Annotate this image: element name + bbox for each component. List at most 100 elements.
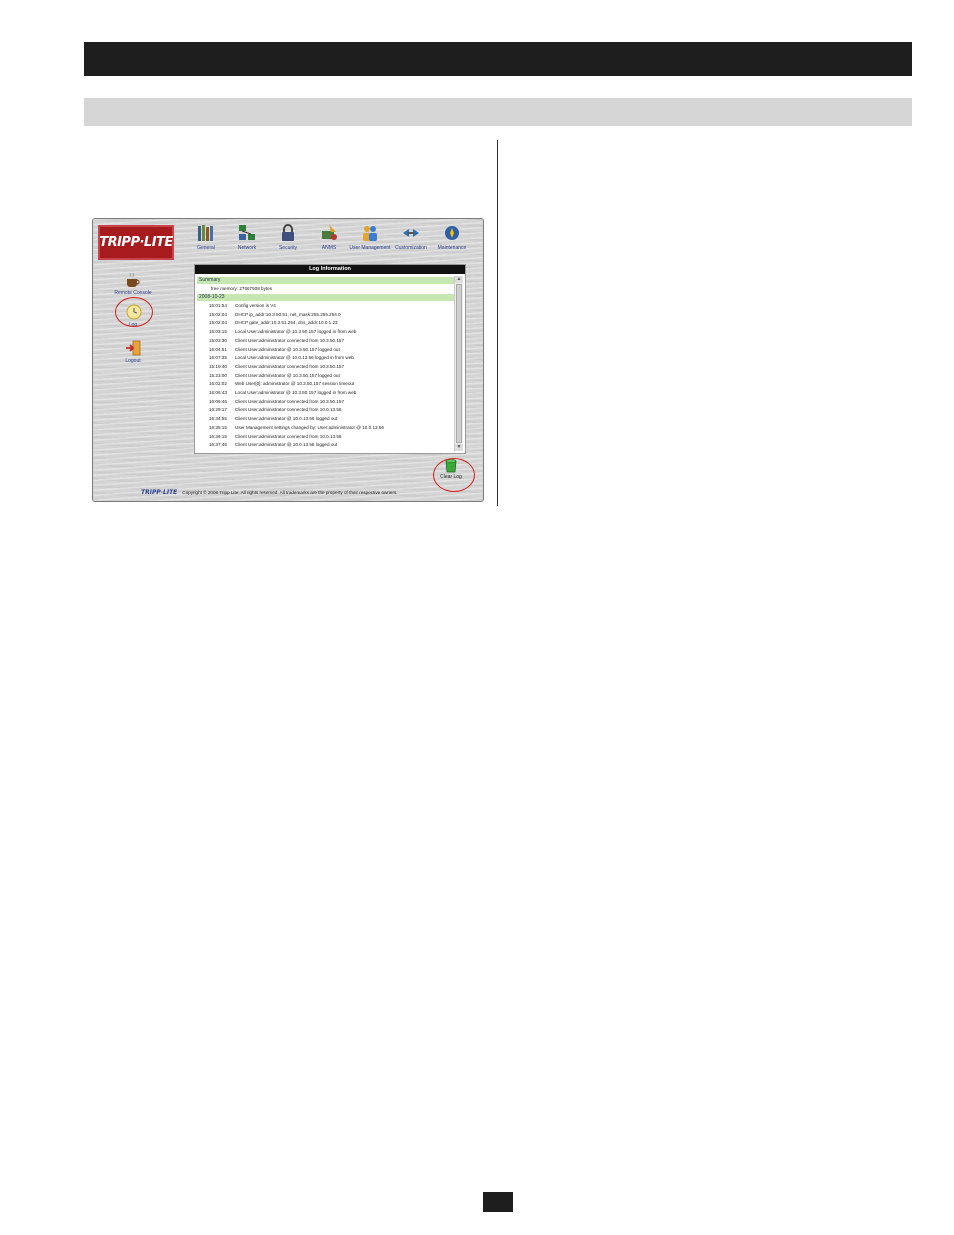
log-entry-message: Client User:administrator connected from…: [235, 363, 345, 369]
log-entry: 16:36:15 Client User:administrator connec…: [197, 433, 455, 442]
column-divider: [497, 140, 498, 506]
log-entry: 16:35:15 User Management settings changed…: [197, 424, 455, 433]
log-entry-time: 16:34:55: [209, 416, 227, 422]
log-entry: 16:37:46 Client User:administrator @ 10.0…: [197, 441, 455, 450]
log-entry-time: 16:02:02: [209, 381, 227, 387]
highlight-circle: [433, 458, 475, 492]
log-entry-time: 15:19:40: [209, 363, 227, 369]
log-entry-message: Client User:administrator @ 10.0.13.56 l…: [235, 416, 338, 422]
log-entry-message: Web User[0]: administrator @ 10.3.50.157…: [235, 381, 355, 387]
log-entry-time: 16:37:46: [209, 442, 227, 448]
log-entry-message: Client User:administrator @ 10.3.50.157 …: [235, 372, 340, 378]
log-entry-time: 15:02:04: [209, 311, 227, 317]
nav-item-label: User Management: [349, 245, 391, 251]
log-entry-time: 15:02:04: [209, 320, 227, 326]
nav-item-label: Network: [237, 245, 257, 251]
log-entry-message: Client User:administrator connected from…: [235, 407, 342, 413]
summary-section-label: Summary: [197, 277, 455, 284]
copyright-text: Copyright © 2008 Tripp Lite. All rights …: [182, 489, 398, 495]
log-entry-message: Client User:administrator @ 10.3.50.157 …: [235, 346, 340, 352]
maintenance-icon: [445, 226, 459, 240]
log-entry-message: Config version is V4: [235, 303, 276, 308]
log-entry: 15:19:40 Client User:administrator connec…: [197, 363, 455, 372]
log-entry-time: 15:03:15: [209, 329, 227, 335]
log-entry-message: Client User:administrator connected from…: [235, 337, 345, 343]
highlight-circle: [115, 297, 153, 327]
log-list: Summary free memory: 27667508 bytes 2008…: [197, 276, 455, 451]
log-entry: 16:29:17 Client User:administrator connec…: [197, 406, 455, 415]
log-scrollbar[interactable]: ▲ ▼: [454, 276, 463, 451]
tripp-lite-logo: TRIPP·LITE: [98, 225, 174, 260]
log-entry-time: 16:36:15: [209, 433, 227, 439]
nav-item-network[interactable]: Network: [226, 223, 268, 252]
customization-icon: [403, 229, 419, 237]
log-entry-time: 15:07:35: [209, 355, 227, 361]
header-bar: [84, 42, 912, 76]
log-entry-message: Local User:administrator @ 10.3.50.157 l…: [235, 390, 357, 396]
sidebar-item-logout[interactable]: Logout: [108, 339, 158, 364]
log-entry-time: 16:35:15: [209, 424, 227, 430]
sidebar-item-label: Remote Console: [114, 290, 152, 296]
books-icon: [198, 225, 213, 241]
log-entry-message: Client User:administrator connected from…: [235, 398, 345, 404]
log-entry-time: 16:06:46: [209, 398, 227, 404]
log-entry-message: Local User:administrator @ 10.0.13.56 lo…: [235, 355, 354, 361]
nav-item-anms[interactable]: ANMS: [308, 223, 350, 252]
log-entry: 15:03:30 Client User:administrator connec…: [197, 337, 455, 346]
log-entry-time: 15:03:30: [209, 337, 227, 343]
log-entry-time: 15:01:54: [209, 303, 227, 308]
anms-icon: [322, 225, 337, 240]
scroll-down-icon[interactable]: ▼: [455, 444, 463, 451]
nav-item-label: ANMS: [321, 245, 337, 251]
log-entry-message: Client User:administrator @ 10.0.13.56 l…: [235, 442, 338, 448]
nav-item-label: Maintenance: [437, 245, 467, 251]
log-entry-message: Local User:administrator @ 10.3.50.157 l…: [235, 329, 357, 335]
nav-item-label: General: [197, 245, 215, 251]
log-title: Log Information: [195, 265, 465, 274]
nav-item-general[interactable]: General: [185, 223, 227, 252]
log-entry-message: Client User:administrator connected from…: [235, 433, 342, 439]
log-entry: 16:06:43 Local User:administrator @ 10.3.…: [197, 389, 455, 398]
nav-item-customization[interactable]: Customization: [390, 223, 432, 252]
log-entries: 15:01:54 Config version is V4 15:02:04 DHCP…: [197, 302, 455, 450]
users-icon: [363, 226, 377, 241]
log-entry: 15:01:54 Config version is V4: [197, 302, 455, 311]
network-icon: [239, 225, 255, 240]
log-entry: 15:02:04 DHCP gate_addr:10.3.51.254, dns_…: [197, 319, 455, 328]
subheader-bar: [84, 98, 912, 126]
lock-icon: [282, 224, 294, 241]
log-entry-time: 15:23:00: [209, 372, 227, 378]
scroll-up-icon[interactable]: ▲: [455, 276, 463, 283]
log-entry: 15:04:51 Client User:administrator @ 10.3…: [197, 346, 455, 355]
log-entry-time: 15:04:51: [209, 346, 227, 352]
log-entry: 15:23:00 Client User:administrator @ 10.3…: [197, 372, 455, 381]
nav-item-user-management[interactable]: User Management: [349, 223, 391, 252]
log-entry-message: DHCP gate_addr:10.3.51.254, dns_addr:10.…: [235, 320, 338, 326]
nav-item-label: Security: [278, 245, 298, 251]
date-section-label: 2008-10-23: [197, 294, 455, 301]
log-entry: 15:03:15 Local User:administrator @ 10.3.…: [197, 328, 455, 337]
page-number-box: [483, 1192, 513, 1212]
log-entry: 16:06:46 Client User:administrator connec…: [197, 398, 455, 407]
top-nav: General Network Security ANMS User Manag…: [185, 223, 481, 263]
coffee-icon: [127, 272, 140, 287]
footer-logo: TRIPP·LITE: [141, 488, 178, 496]
log-entry: 16:34:55 Client User:administrator @ 10.0…: [197, 415, 455, 424]
free-memory-text: free memory: 27667508 bytes: [211, 286, 273, 291]
sidebar-item-remote-console[interactable]: Remote Console: [108, 271, 158, 296]
log-entry-time: 16:29:17: [209, 407, 227, 413]
sidebar-item-label: Logout: [125, 358, 141, 364]
log-information-panel: Log Information Summary free memory: 276…: [194, 264, 466, 454]
nav-item-security[interactable]: Security: [267, 223, 309, 252]
log-entry-time: 16:06:43: [209, 390, 227, 396]
logout-icon: [126, 340, 141, 356]
nav-item-maintenance[interactable]: Maintenance: [431, 223, 473, 252]
web-interface-screenshot: TRIPP·LITE General Network Security ANMS…: [92, 218, 484, 502]
scroll-thumb[interactable]: [456, 284, 462, 443]
log-entry: 15:07:35 Local User:administrator @ 10.0.…: [197, 354, 455, 363]
log-entry: 15:02:04 DHCP ip_addr:10.3.50.51, net_mas…: [197, 311, 455, 320]
log-entry-message: DHCP ip_addr:10.3.50.51, net_mask:255.25…: [235, 311, 341, 317]
footer: TRIPP·LITE Copyright © 2008 Tripp Lite. …: [141, 486, 398, 498]
log-entry-message: User Management settings changed by: Use…: [235, 424, 384, 430]
log-entry: 16:02:02 Web User[0]: administrator @ 10.…: [197, 380, 455, 389]
